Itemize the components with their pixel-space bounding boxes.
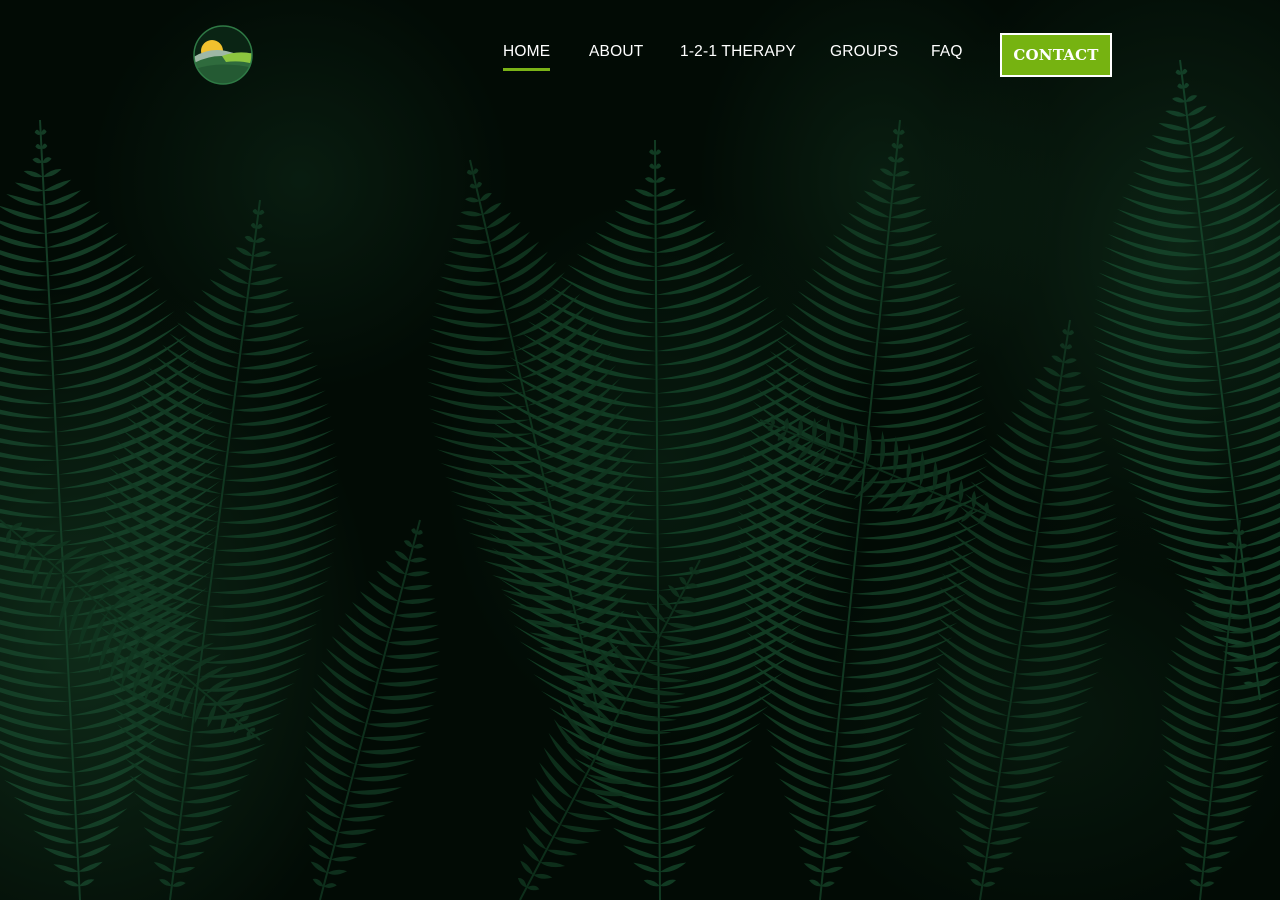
- nav-about[interactable]: ABOUT: [589, 43, 643, 67]
- nav-faq[interactable]: FAQ: [931, 43, 963, 67]
- fern-foliage-image: [0, 59, 1280, 900]
- sunrise-hills-logo-icon: [193, 25, 253, 85]
- nav-groups[interactable]: GROUPS: [830, 43, 898, 67]
- hero-background: [0, 0, 1280, 900]
- logo[interactable]: [192, 24, 254, 86]
- nav-home[interactable]: HOME: [503, 43, 551, 71]
- contact-button[interactable]: CONTACT: [1000, 33, 1112, 77]
- site-header: HOME ABOUT 1-2-1 THERAPY GROUPS FAQ CONT…: [0, 0, 1280, 110]
- nav-1-2-1-therapy[interactable]: 1-2-1 THERAPY: [680, 43, 796, 67]
